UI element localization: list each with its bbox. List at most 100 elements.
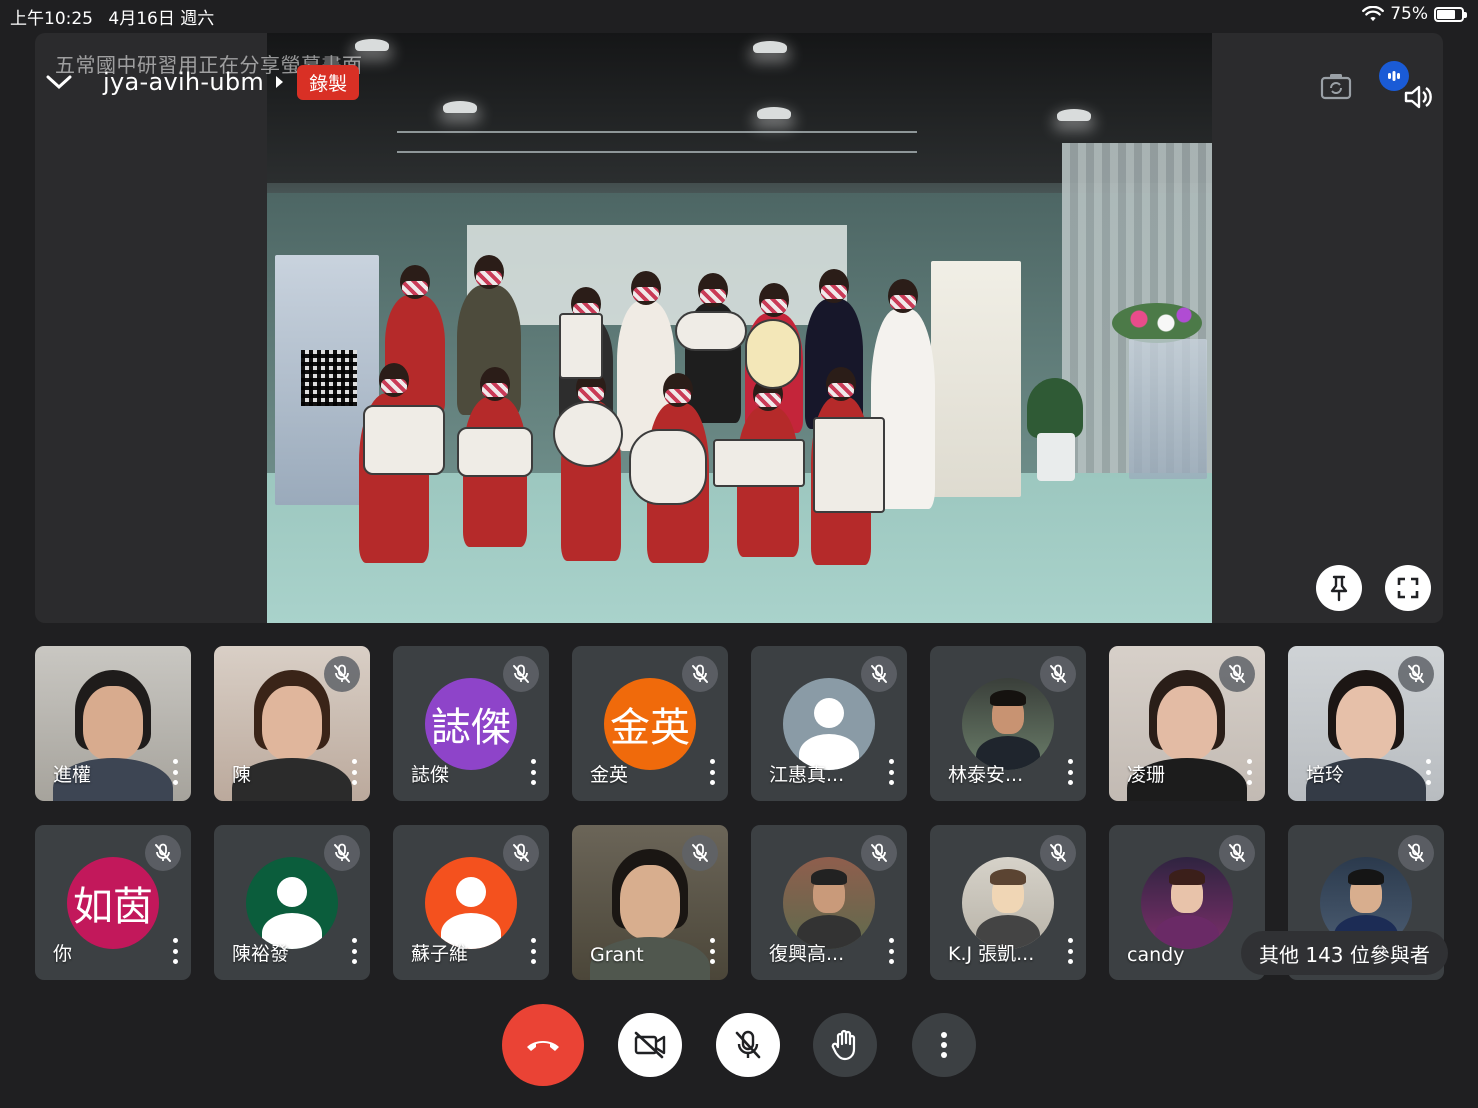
participant-tile[interactable]: 金英 金英 — [572, 646, 728, 801]
muted-indicator — [1219, 656, 1255, 692]
participant-tile[interactable]: 陳 — [214, 646, 370, 801]
participant-options-button[interactable] — [1424, 759, 1432, 785]
participant-name: 你 — [53, 943, 73, 965]
participant-options-button[interactable] — [350, 759, 358, 785]
mic-off-icon — [155, 843, 171, 862]
participant-options-button[interactable] — [1066, 759, 1074, 785]
participant-options-button[interactable] — [887, 759, 895, 785]
participant-tile[interactable]: 凌珊 — [1109, 646, 1265, 801]
participant-options-button[interactable] — [529, 938, 537, 964]
more-vert-icon — [941, 1032, 947, 1058]
muted-indicator — [1398, 835, 1434, 871]
end-call-button[interactable] — [502, 1004, 584, 1086]
caret-right-icon[interactable] — [276, 76, 284, 88]
mic-off-icon — [513, 843, 529, 862]
plant-pot — [1037, 433, 1075, 481]
battery-percent: 75% — [1390, 4, 1428, 24]
participant-options-button[interactable] — [350, 938, 358, 964]
status-indicators: 75% — [1362, 4, 1467, 24]
participant-photo — [783, 857, 875, 949]
right-banner — [931, 261, 1021, 497]
presentation-tile[interactable]: 五常國中研習用正在分享螢幕畫面 jya-avih-ubm 錄製 — [35, 33, 1443, 623]
participant-name: candy — [1127, 944, 1185, 966]
meeting-code[interactable]: jya-avih-ubm — [103, 68, 264, 96]
participant-options-button[interactable] — [171, 759, 179, 785]
battery-level — [1437, 9, 1455, 19]
participant-avatar: 誌傑 — [425, 678, 517, 770]
participant-tile[interactable]: 陳裕發 — [214, 825, 370, 980]
fullscreen-button[interactable] — [1385, 565, 1431, 611]
participant-tile[interactable]: 林泰安... — [930, 646, 1086, 801]
muted-indicator — [503, 656, 539, 692]
muted-indicator — [861, 835, 897, 871]
participant-tile[interactable]: 復興高... — [751, 825, 907, 980]
participant-tile[interactable]: 誌傑 誌傑 — [393, 646, 549, 801]
collapse-button[interactable] — [41, 65, 77, 99]
participant-options-button[interactable] — [1245, 759, 1253, 785]
status-time: 上午10:25 — [10, 9, 93, 29]
pin-icon — [1330, 575, 1348, 602]
mic-off-icon — [1050, 843, 1066, 862]
participant-options-button[interactable] — [708, 938, 716, 964]
participant-tile[interactable]: 如茵你 — [35, 825, 191, 980]
mic-toggle-button[interactable] — [716, 1013, 780, 1077]
raise-hand-button[interactable] — [813, 1013, 877, 1077]
muted-indicator — [682, 656, 718, 692]
participant-tile[interactable]: Grant — [572, 825, 728, 980]
raise-hand-icon — [831, 1029, 856, 1061]
shared-screen-video — [267, 33, 1212, 623]
participant-tile[interactable]: 蘇子維 — [393, 825, 549, 980]
participant-options-button[interactable] — [529, 759, 537, 785]
participant-name: 凌珊 — [1127, 764, 1166, 786]
participant-tile[interactable]: 培玲 — [1288, 646, 1444, 801]
switch-camera-icon[interactable] — [1319, 69, 1353, 103]
participant-options-button[interactable] — [708, 759, 716, 785]
battery-icon — [1434, 6, 1467, 22]
wifi-icon — [1362, 6, 1385, 22]
phone-hangup-icon — [527, 1041, 559, 1051]
muted-indicator — [145, 835, 181, 871]
muted-indicator — [1040, 835, 1076, 871]
mic-off-icon — [513, 664, 529, 683]
status-bar: 上午10:25 4月16日 週六 75% — [0, 0, 1478, 30]
participant-photo — [962, 678, 1054, 770]
mic-off-icon — [1229, 843, 1245, 862]
ceiling-lamp — [1057, 109, 1091, 121]
participant-tile[interactable]: 江惠真... — [751, 646, 907, 801]
muted-indicator — [861, 656, 897, 692]
mic-off-icon — [871, 843, 887, 862]
volume-icon — [1404, 85, 1432, 109]
participant-tile[interactable]: K.J 張凱... — [930, 825, 1086, 980]
participant-photo — [962, 857, 1054, 949]
stage-truss — [397, 131, 917, 153]
qr-code — [301, 350, 357, 406]
mic-off-icon — [1408, 843, 1424, 862]
pin-button[interactable] — [1316, 565, 1362, 611]
ceiling-lamp — [753, 41, 787, 53]
mic-off-icon — [692, 843, 708, 862]
muted-indicator — [503, 835, 539, 871]
camera-toggle-button[interactable] — [618, 1013, 682, 1077]
participant-tile[interactable]: 進權 — [35, 646, 191, 801]
more-options-button[interactable] — [912, 1013, 976, 1077]
mic-off-icon — [1229, 664, 1245, 683]
participant-options-button[interactable] — [1066, 938, 1074, 964]
mic-off-icon — [871, 664, 887, 683]
participant-name: 陳 — [232, 764, 252, 786]
held-sign — [745, 319, 801, 389]
ceiling-lamp — [757, 107, 791, 119]
participant-options-button[interactable] — [171, 938, 179, 964]
muted-indicator — [324, 835, 360, 871]
status-datetime: 上午10:25 4月16日 週六 — [10, 4, 214, 29]
recording-badge: 錄製 — [297, 64, 360, 100]
mic-off-icon — [692, 664, 708, 683]
participant-options-button[interactable] — [887, 938, 895, 964]
participant-name: 復興高... — [769, 943, 845, 965]
ceiling-lamp — [443, 101, 477, 113]
held-sign — [629, 429, 707, 505]
mic-off-icon — [1408, 664, 1424, 683]
other-participants-pill[interactable]: 其他 143 位參與者 — [1241, 931, 1448, 975]
held-sign — [559, 313, 603, 379]
default-avatar-icon — [425, 857, 517, 949]
audio-output-button[interactable] — [1379, 61, 1435, 113]
